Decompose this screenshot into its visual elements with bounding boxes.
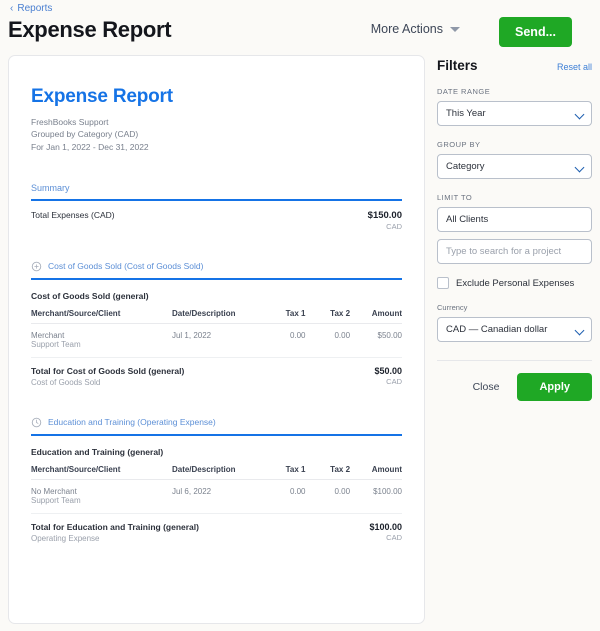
apply-button[interactable]: Apply	[517, 373, 592, 401]
currency-select[interactable]: CAD — Canadian dollar	[437, 317, 592, 342]
project-search-input[interactable]: Type to search for a project	[437, 239, 592, 264]
back-chevron-icon: ‹	[10, 4, 13, 14]
table-header-row: Merchant/Source/Client Date/Description …	[31, 309, 402, 324]
chevron-down-icon	[575, 326, 585, 336]
total-expenses-amount: $150.00	[368, 210, 402, 221]
exclude-personal-expenses-label: Exclude Personal Expenses	[456, 278, 574, 289]
category-total-subtitle: Cost of Goods Sold	[31, 378, 184, 387]
category-icon	[31, 417, 42, 428]
category-total-amount: $50.00	[374, 366, 402, 376]
table-row[interactable]: No Merchant Support Team Jul 6, 2022 0.0…	[31, 479, 402, 513]
group-by-value: Category	[446, 161, 485, 172]
client-input[interactable]: All Clients	[437, 207, 592, 232]
exclude-personal-expenses-checkbox[interactable]: Exclude Personal Expenses	[437, 277, 592, 289]
currency-label: Currency	[437, 303, 592, 312]
reset-all-link[interactable]: Reset all	[557, 62, 592, 72]
column-tax2: Tax 2	[306, 465, 351, 480]
category-total-currency: CAD	[369, 533, 402, 542]
column-date: Date/Description	[172, 309, 261, 324]
more-actions-label: More Actions	[371, 22, 443, 36]
checkbox-box-icon	[437, 277, 449, 289]
merchant-subtext: Support Team	[31, 496, 172, 505]
category-total-label: Total for Cost of Goods Sold (general) C…	[31, 366, 184, 387]
column-merchant: Merchant/Source/Client	[31, 309, 172, 324]
breadcrumb-reports[interactable]: ‹ Reports	[10, 3, 52, 14]
table-header-row: Merchant/Source/Client Date/Description …	[31, 465, 402, 480]
currency-value: CAD — Canadian dollar	[446, 324, 547, 335]
cell-amount: $50.00	[350, 323, 402, 357]
cell-tax1: 0.00	[261, 479, 306, 513]
merchant-name: No Merchant	[31, 487, 77, 496]
report-grouped-by: Grouped by Category (CAD)	[31, 128, 402, 140]
send-button[interactable]: Send...	[499, 17, 572, 47]
chevron-down-icon	[575, 163, 585, 173]
total-expenses-row: Total Expenses (CAD) $150.00 CAD	[31, 201, 402, 231]
expense-report-page: ‹ Reports Expense Report More Actions Se…	[0, 0, 600, 631]
group-by-label: GROUP BY	[437, 140, 592, 149]
category-total-subtitle: Operating Expense	[31, 534, 199, 543]
table-row[interactable]: Merchant Support Team Jul 1, 2022 0.00 0…	[31, 323, 402, 357]
total-expenses-label: Total Expenses (CAD)	[31, 210, 115, 220]
cell-date: Jul 6, 2022	[172, 479, 261, 513]
category-total-label: Total for Education and Training (genera…	[31, 522, 199, 543]
column-date: Date/Description	[172, 465, 261, 480]
category-subheading: Cost of Goods Sold (general)	[31, 291, 402, 301]
category-total-title: Total for Education and Training (genera…	[31, 522, 199, 532]
total-expenses-currency: CAD	[368, 222, 402, 231]
project-placeholder: Type to search for a project	[446, 246, 561, 257]
close-button[interactable]: Close	[469, 375, 504, 399]
expense-table: Merchant/Source/Client Date/Description …	[31, 465, 402, 514]
category-divider	[31, 434, 402, 436]
category-subheading: Education and Training (general)	[31, 447, 402, 457]
client-value: All Clients	[446, 214, 488, 225]
category-total-row: Total for Cost of Goods Sold (general) C…	[31, 358, 402, 387]
report-account: FreshBooks Support	[31, 116, 402, 128]
category-icon	[31, 261, 42, 272]
category-total-title: Total for Cost of Goods Sold (general)	[31, 366, 184, 376]
column-amount: Amount	[350, 309, 402, 324]
category-total-currency: CAD	[374, 377, 402, 386]
breadcrumb-label: Reports	[17, 3, 52, 14]
category-total-amount: $100.00	[369, 522, 402, 532]
category-divider	[31, 278, 402, 280]
merchant-subtext: Support Team	[31, 340, 172, 349]
chevron-down-icon	[575, 110, 585, 120]
limit-to-label: LIMIT TO	[437, 193, 592, 202]
column-tax1: Tax 1	[261, 465, 306, 480]
cell-tax2: 0.00	[306, 323, 351, 357]
page-title: Expense Report	[8, 17, 171, 43]
report-date-range: For Jan 1, 2022 - Dec 31, 2022	[31, 141, 402, 153]
merchant-name: Merchant	[31, 331, 64, 340]
filters-actions: Close Apply	[437, 373, 592, 401]
column-merchant: Merchant/Source/Client	[31, 465, 172, 480]
category-header-label: Cost of Goods Sold (Cost of Goods Sold)	[48, 261, 203, 271]
filters-header: Filters Reset all	[437, 58, 592, 73]
expense-table: Merchant/Source/Client Date/Description …	[31, 309, 402, 358]
category-header-education-and-training[interactable]: Education and Training (Operating Expens…	[31, 417, 402, 428]
cell-amount: $100.00	[350, 479, 402, 513]
filters-divider	[437, 360, 592, 361]
filters-panel: Filters Reset all DATE RANGE This Year G…	[437, 58, 592, 401]
summary-link[interactable]: Summary	[31, 183, 402, 193]
date-range-label: DATE RANGE	[437, 87, 592, 96]
cell-merchant: No Merchant Support Team	[31, 479, 172, 513]
cell-tax2: 0.00	[306, 479, 351, 513]
cell-merchant: Merchant Support Team	[31, 323, 172, 357]
more-actions-menu[interactable]: More Actions	[371, 22, 460, 36]
category-total-row: Total for Education and Training (genera…	[31, 514, 402, 543]
category-header-cost-of-goods-sold[interactable]: Cost of Goods Sold (Cost of Goods Sold)	[31, 261, 402, 272]
report-title: Expense Report	[31, 86, 402, 108]
chevron-down-icon	[450, 27, 460, 32]
cell-tax1: 0.00	[261, 323, 306, 357]
column-tax2: Tax 2	[306, 309, 351, 324]
column-tax1: Tax 1	[261, 309, 306, 324]
column-amount: Amount	[350, 465, 402, 480]
category-header-label: Education and Training (Operating Expens…	[48, 417, 216, 427]
group-by-select[interactable]: Category	[437, 154, 592, 179]
date-range-value: This Year	[446, 108, 486, 119]
date-range-select[interactable]: This Year	[437, 101, 592, 126]
cell-date: Jul 1, 2022	[172, 323, 261, 357]
filters-title: Filters	[437, 58, 478, 73]
report-card: Expense Report FreshBooks Support Groupe…	[8, 55, 425, 624]
